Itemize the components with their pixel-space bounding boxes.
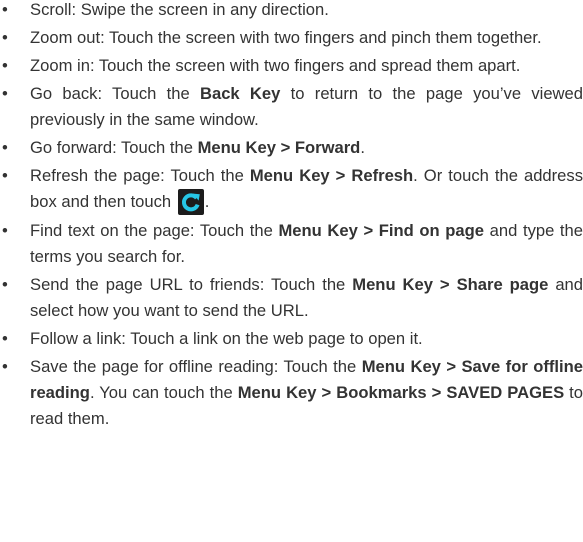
list-item-follow-link: • Follow a link: Touch a link on the web … (0, 326, 583, 352)
list-item-find-text: • Find text on the page: Touch the Menu K… (0, 218, 583, 270)
bullet-marker: • (2, 220, 8, 240)
item-key-term: Menu Key > Find on page (278, 220, 485, 240)
list-item-refresh: • Refresh the page: Touch the Menu Key > … (0, 163, 583, 216)
item-text: Zoom out: Touch the screen with two fing… (30, 28, 542, 47)
list-item-scroll: • Scroll: Swipe the screen in any directi… (0, 0, 583, 23)
list-item-zoom-in: • Zoom in: Touch the screen with two fing… (0, 53, 583, 79)
bullet-marker: • (2, 356, 8, 376)
item-text: Save the page for offline reading: Touch… (30, 356, 362, 376)
bullet-marker: • (2, 0, 8, 19)
item-key-term: Back Key (199, 84, 281, 103)
bullet-marker: • (2, 84, 8, 103)
browser-tips-list: • Scroll: Swipe the screen in any directi… (0, 0, 583, 432)
item-text: . (204, 192, 210, 211)
item-text: Follow a link: Touch a link on the web p… (30, 328, 423, 348)
bullet-marker: • (2, 166, 8, 185)
item-text: Scroll: Swipe the screen in any directio… (30, 0, 329, 19)
list-item-save-offline: • Save the page for offline reading: Touc… (0, 354, 583, 432)
item-text: Find text on the page: Touch the (30, 220, 279, 240)
item-text: Send the page URL to friends: Touch the (30, 274, 353, 294)
item-text: . (360, 138, 365, 157)
item-key-term: Menu Key > Share page (352, 274, 549, 294)
list-item-share-url: • Send the page URL to friends: Touch the… (0, 272, 583, 324)
refresh-icon (177, 188, 204, 215)
instruction-page: • Scroll: Swipe the screen in any directi… (0, 0, 583, 434)
bullet-marker: • (2, 274, 8, 294)
item-key-term: Menu Key > Forward (197, 138, 361, 157)
bullet-marker: • (2, 56, 8, 75)
item-text: . You can touch the (89, 382, 238, 402)
list-item-zoom-out: • Zoom out: Touch the screen with two fin… (0, 25, 583, 51)
bullet-marker: • (2, 138, 8, 157)
item-key-term: Menu Key > Bookmarks > SAVED PAGES (237, 382, 565, 402)
bullet-marker: • (2, 328, 8, 348)
item-key-term: Menu Key > Refresh (249, 166, 414, 185)
item-text: Refresh the page: Touch the (30, 166, 250, 185)
item-text: Zoom in: Touch the screen with two finge… (30, 56, 521, 75)
list-item-go-back: • Go back: Touch the Back Key to return t… (0, 81, 583, 133)
item-text: Go back: Touch the (30, 84, 200, 103)
item-text: Go forward: Touch the (30, 138, 198, 157)
bullet-marker: • (2, 28, 8, 47)
list-item-go-forward: • Go forward: Touch the Menu Key > Forwar… (0, 135, 583, 161)
